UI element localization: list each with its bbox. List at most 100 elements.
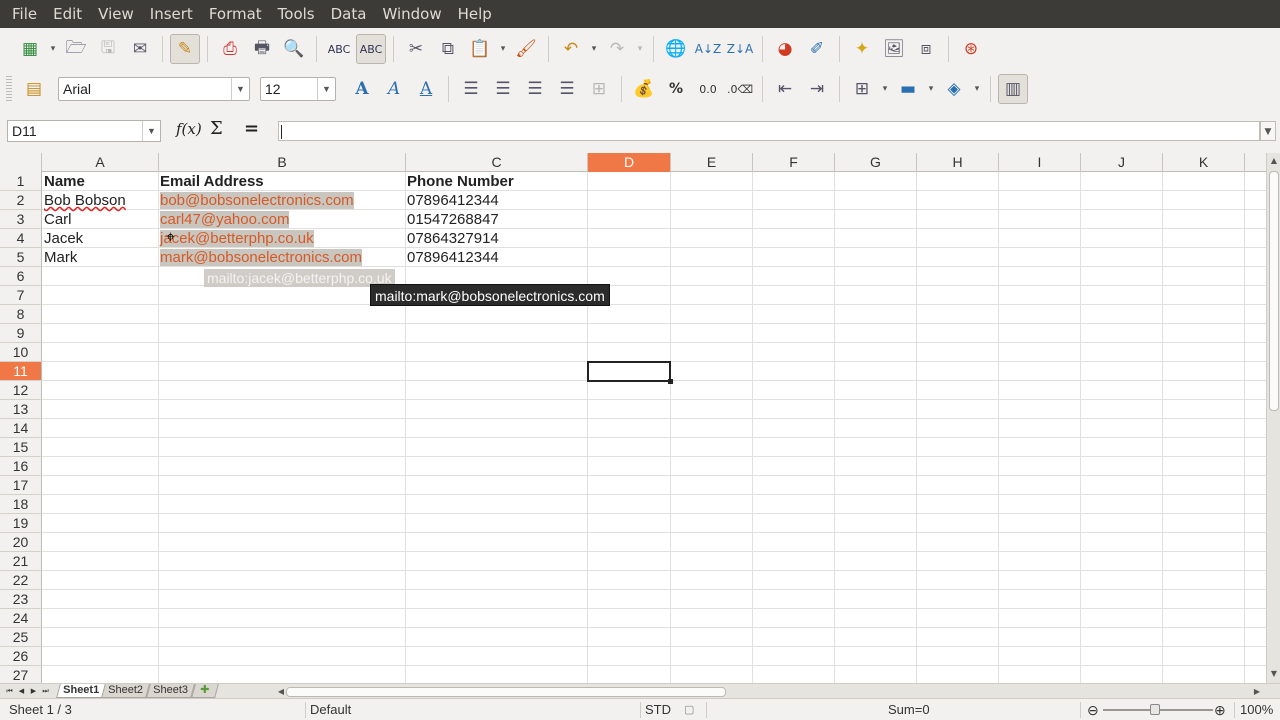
zoom-in-icon[interactable]: ⊕ [1214,699,1226,720]
row-header[interactable]: 4 [0,229,42,248]
background-dropdown-icon[interactable]: ▾ [924,74,938,104]
add-sheet-icon[interactable]: ✚ [191,683,219,698]
row-header[interactable]: 19 [0,514,42,533]
row-header[interactable]: 10 [0,343,42,362]
paste-dropdown-icon[interactable]: ▾ [496,34,510,64]
sum-icon[interactable]: Σ [210,118,223,139]
row-header[interactable]: 27 [0,666,42,683]
horizontal-scroll-thumb[interactable] [286,687,726,697]
row-header[interactable]: 25 [0,628,42,647]
column-header-f[interactable]: F [753,153,835,172]
align-left-icon[interactable]: ☰ [456,74,486,104]
draw-functions-icon[interactable]: ✐ [802,34,832,64]
font-size-dropdown-icon[interactable]: ▼ [317,78,335,100]
font-color-dropdown-icon[interactable]: ▾ [970,74,984,104]
first-sheet-icon[interactable]: ⏮ [4,685,15,697]
row-header[interactable]: 11 [0,362,42,381]
row-header[interactable]: 22 [0,571,42,590]
cell-a5[interactable]: Mark [42,248,77,267]
scroll-down-icon[interactable]: ▼ [1267,668,1280,680]
row-header[interactable]: 13 [0,400,42,419]
row-header[interactable]: 1 [0,172,42,191]
sort-ascending-icon[interactable]: A↓Z [693,34,723,64]
vertical-scroll-thumb[interactable] [1269,171,1279,411]
menu-insert[interactable]: Insert [142,0,201,28]
cell-b4[interactable]: jacek@betterphp.co.uk [158,229,314,248]
row-header[interactable]: 12 [0,381,42,400]
row-header[interactable]: 15 [0,438,42,457]
background-color-icon[interactable]: ▬ [893,74,923,104]
next-sheet-icon[interactable]: ▶ [28,685,39,697]
merge-cells-icon[interactable]: ⊞ [584,74,614,104]
bold-icon[interactable]: A [347,74,377,104]
cell-a3[interactable]: Carl [42,210,72,229]
new-document-icon[interactable]: ▦ [15,34,45,64]
menu-data[interactable]: Data [323,0,375,28]
row-header[interactable]: 8 [0,305,42,324]
horizontal-scrollbar[interactable]: ◀ ▶ [276,686,1262,697]
data-sources-icon[interactable]: ⧈ [911,34,941,64]
align-right-icon[interactable]: ☰ [520,74,550,104]
row-header[interactable]: 18 [0,495,42,514]
export-pdf-icon[interactable]: ⎙ [215,34,245,64]
email-icon[interactable]: ✉ [125,34,155,64]
align-center-icon[interactable]: ☰ [488,74,518,104]
chart-icon[interactable]: ◕ [770,34,800,64]
copy-icon[interactable]: ⧉ [433,34,463,64]
column-header-b[interactable]: B [159,153,406,172]
scroll-up-icon[interactable]: ▲ [1267,155,1280,167]
cell-b5[interactable]: mark@bobsonelectronics.com [158,248,362,267]
menu-tools[interactable]: Tools [270,0,323,28]
formula-expand-icon[interactable]: ▼ [1260,121,1276,141]
row-header[interactable]: 24 [0,609,42,628]
gallery-icon[interactable]: 🖼 [879,34,909,64]
menu-edit[interactable]: Edit [45,0,90,28]
row-header[interactable]: 17 [0,476,42,495]
percent-icon[interactable]: % [661,74,691,104]
row-header[interactable]: 16 [0,457,42,476]
spreadsheet-grid[interactable]: A B C D E F G H I J K 1 2 3 4 5 6 7 8 9 10 11 12 13 1… [0,153,1266,683]
row-header[interactable]: 26 [0,647,42,666]
borders-dropdown-icon[interactable]: ▾ [878,74,892,104]
cell-a4[interactable]: Jacek [42,229,83,248]
clone-formatting-icon[interactable]: 🖌 [511,34,541,64]
cut-icon[interactable]: ✂ [401,34,431,64]
redo-dropdown-icon[interactable]: ▾ [633,34,647,64]
cell-c1[interactable]: Phone Number [405,172,514,191]
undo-dropdown-icon[interactable]: ▾ [587,34,601,64]
tab-sheet3[interactable]: Sheet3 [146,684,195,698]
styles-formatting-icon[interactable]: ▤ [19,74,49,104]
menu-window[interactable]: Window [374,0,449,28]
delete-decimal-icon[interactable]: .0⌫ [725,74,755,104]
column-header-a[interactable]: A [42,153,159,172]
function-wizard-icon[interactable]: f(x) [176,120,202,138]
name-box-dropdown-icon[interactable]: ▼ [142,121,160,141]
tab-sheet2[interactable]: Sheet2 [101,684,150,698]
row-header[interactable]: 6 [0,267,42,286]
auto-spellcheck-icon[interactable]: ABC [356,34,386,64]
undo-icon[interactable]: ↶ [556,34,586,64]
cell-c2[interactable]: 07896412344 [405,191,499,210]
print-icon[interactable]: 🖶 [247,34,277,64]
font-color-icon[interactable]: ◈ [939,74,969,104]
cell-a1[interactable]: Name [42,172,85,191]
increase-indent-icon[interactable]: ⇥ [802,74,832,104]
menu-view[interactable]: View [90,0,142,28]
select-all-corner[interactable] [0,153,42,172]
edit-file-icon[interactable]: ✎ [170,34,200,64]
sum-display[interactable]: Sum=0 [888,699,930,720]
menu-help[interactable]: Help [450,0,500,28]
last-sheet-icon[interactable]: ⏭ [40,685,51,697]
font-size-field[interactable]: 12 ▼ [260,77,336,101]
sidebar-toggle-icon[interactable]: ▥ [998,74,1028,104]
cell-c5[interactable]: 07896412344 [405,248,499,267]
selection-mode[interactable]: STD [645,699,671,720]
row-header[interactable]: 21 [0,552,42,571]
tab-sheet1[interactable]: Sheet1 [56,684,106,698]
name-box[interactable]: D11 ▼ [7,120,161,142]
redo-icon[interactable]: ↷ [602,34,632,64]
column-header-e[interactable]: E [671,153,753,172]
help-icon[interactable]: ⊛ [956,34,986,64]
paste-icon[interactable]: 📋 [465,34,495,64]
number-format-icon[interactable]: 0.0 [693,74,723,104]
